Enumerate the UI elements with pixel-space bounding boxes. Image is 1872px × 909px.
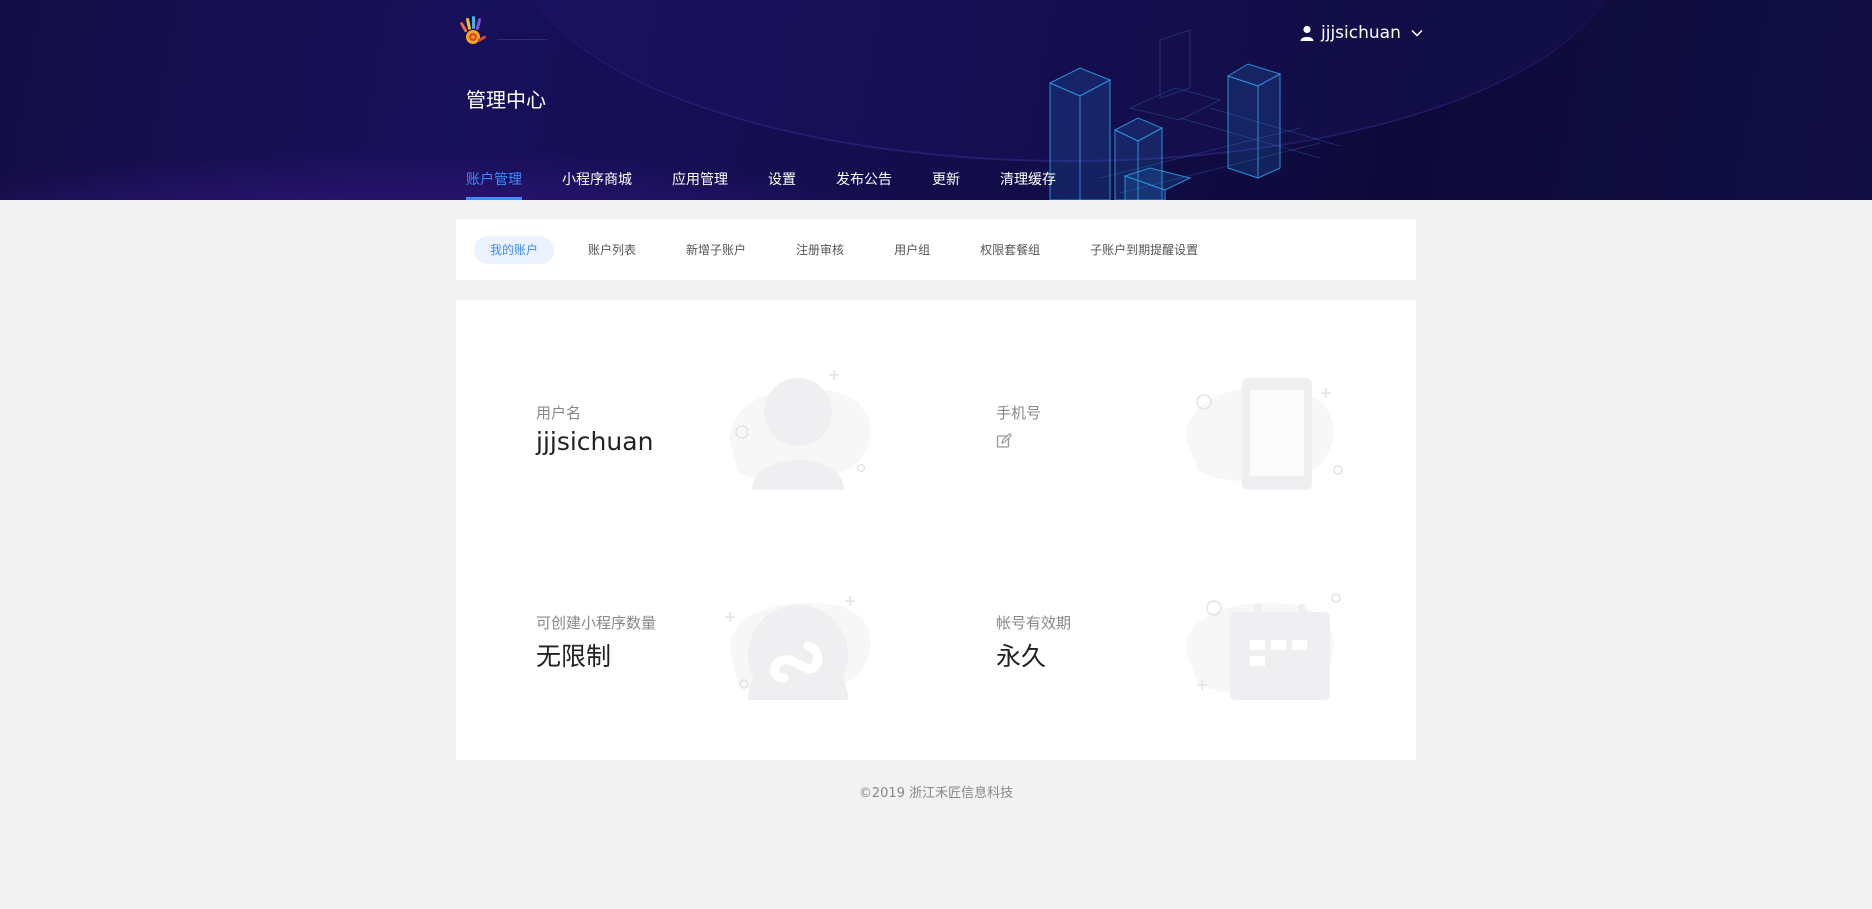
subnav-my-account[interactable]: 我的账户 — [474, 235, 555, 264]
hand-logo-icon[interactable] — [455, 14, 489, 48]
account-info-card: 用户名 jjjsichuan 手机号 可创建小程序数量 无限制 帐号有效期 永久 — [456, 300, 1416, 760]
subnav-user-group[interactable]: 用户组 — [878, 236, 946, 264]
main-nav: 账户管理 小程序商城 应用管理 设置 发布公告 更新 清理缓存 — [466, 168, 1096, 200]
subnav-add-sub-account[interactable]: 新增子账户 — [670, 236, 762, 264]
nav-account-management[interactable]: 账户管理 — [466, 168, 522, 200]
nav-clear-cache[interactable]: 清理缓存 — [1000, 168, 1056, 200]
page-title: 管理中心 — [466, 88, 546, 112]
subnav-permission-package[interactable]: 权限套餐组 — [964, 236, 1056, 264]
miniapp-count-value: 无限制 — [536, 642, 612, 671]
phone-label: 手机号 — [996, 404, 1042, 422]
subnav-registration-review[interactable]: 注册审核 — [780, 236, 860, 264]
username-value: jjjsichuan — [536, 427, 654, 456]
edit-icon[interactable] — [996, 433, 1012, 449]
nav-miniprogram-mall[interactable]: 小程序商城 — [562, 168, 632, 200]
sub-nav: 我的账户 账户列表 新增子账户 注册审核 用户组 权限套餐组 子账户到期提醒设置 — [456, 219, 1416, 280]
nav-update[interactable]: 更新 — [932, 168, 960, 200]
miniapp-count-cell: 可创建小程序数量 无限制 — [536, 612, 656, 673]
nav-publish-announcement[interactable]: 发布公告 — [836, 168, 892, 200]
username-label: 用户名 — [536, 404, 582, 422]
nav-settings[interactable]: 设置 — [768, 168, 796, 200]
username-cell: 用户名 jjjsichuan — [536, 402, 653, 456]
phone-cell: 手机号 — [996, 402, 1041, 449]
subnav-expiry-reminder[interactable]: 子账户到期提醒设置 — [1074, 236, 1214, 264]
expiry-value: 永久 — [996, 642, 1047, 671]
phone-illustration-icon — [1185, 378, 1343, 490]
header-banner: jjjsichuan 管理中心 账户管理 小程序商城 应用管理 设置 发布公告 … — [0, 0, 1872, 200]
user-illustration-icon — [729, 370, 871, 490]
chevron-down-icon — [1411, 29, 1423, 37]
expiry-cell: 帐号有效期 永久 — [996, 612, 1071, 673]
logo-divider — [497, 39, 547, 40]
calendar-illustration-icon — [1185, 593, 1341, 700]
expiry-label: 帐号有效期 — [996, 614, 1072, 632]
miniapp-count-label: 可创建小程序数量 — [536, 614, 657, 632]
nav-app-management[interactable]: 应用管理 — [672, 168, 728, 200]
miniprogram-illustration-icon — [725, 596, 871, 700]
subnav-account-list[interactable]: 账户列表 — [572, 236, 652, 264]
footer-copyright: ©2019 浙江禾匠信息科技 — [858, 786, 1014, 801]
